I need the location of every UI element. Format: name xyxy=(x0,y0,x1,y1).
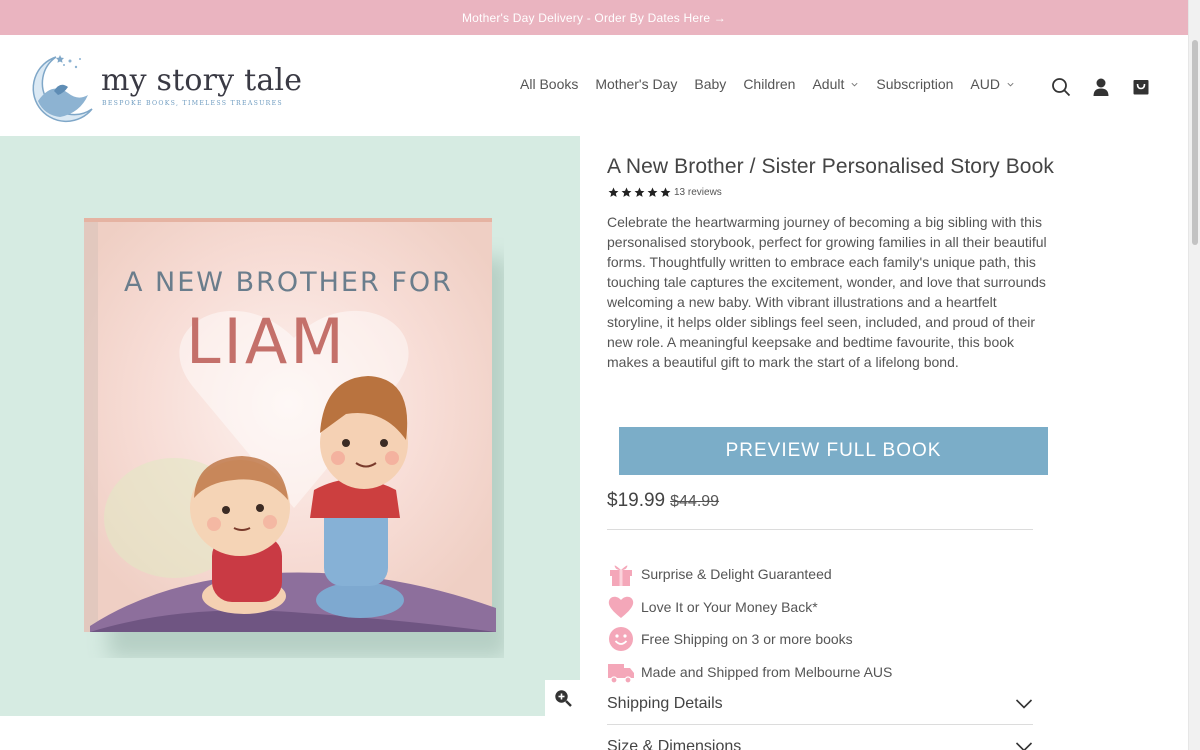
nav-item-label: Adult xyxy=(812,76,845,92)
cart-button[interactable] xyxy=(1130,76,1152,98)
price-row: $19.99 $44.99 xyxy=(607,490,719,512)
nav-item-label: Subscription xyxy=(876,76,954,92)
nav-item-children[interactable]: Children xyxy=(743,76,795,92)
feature-item: Made and Shipped from Melbourne AUS xyxy=(607,656,892,689)
nav-item-label: Baby xyxy=(694,76,727,92)
announcement-link[interactable]: Mother's Day Delivery - Order By Dates H… xyxy=(462,11,726,25)
truck-icon xyxy=(607,658,635,686)
nav-item-label: Children xyxy=(743,76,796,92)
brand-name: my story tale xyxy=(101,63,303,98)
site-header: my story tale BESPOKE BOOKS, TIMELESS TR… xyxy=(0,35,1188,136)
chevron-down-icon xyxy=(1015,699,1033,709)
search-icon xyxy=(1052,78,1071,97)
zoom-button[interactable] xyxy=(545,680,581,716)
product-title: A New Brother / Sister Personalised Stor… xyxy=(607,155,1054,178)
cover-line2: LIAM xyxy=(186,305,347,378)
moon-logo-icon xyxy=(32,55,93,123)
brand-tagline: BESPOKE BOOKS, TIMELESS TREASURES xyxy=(102,100,283,107)
chevron-down-icon xyxy=(851,82,858,86)
product-description: Celebrate the heartwarming journey of be… xyxy=(607,214,1047,370)
feature-text: Love It or Your Money Back* xyxy=(641,598,818,615)
nav-item-adult[interactable]: Adult xyxy=(812,76,859,92)
product-rating[interactable]: 13 reviews xyxy=(607,187,1057,198)
main-nav: All Books Mother's Day Baby Children Adu… xyxy=(520,76,1032,92)
chevron-down-icon xyxy=(1015,742,1033,750)
nav-item-baby[interactable]: Baby xyxy=(694,76,726,92)
preview-full-book-button[interactable]: PREVIEW FULL BOOK xyxy=(619,427,1048,475)
smiley-icon xyxy=(607,625,635,653)
nav-item-label: All Books xyxy=(520,76,579,92)
review-count: 13 reviews xyxy=(674,187,722,198)
accordion-label: Shipping Details xyxy=(607,695,723,712)
cover-line1: A NEW BROTHER FOR xyxy=(124,267,453,298)
feature-item: Free Shipping on 3 or more books xyxy=(607,623,892,656)
feature-item: Love It or Your Money Back* xyxy=(607,591,892,624)
feature-list: Surprise & Delight Guaranteed Love It or… xyxy=(607,558,892,688)
compare-price: $44.99 xyxy=(670,493,720,510)
nav-item-all-books[interactable]: All Books xyxy=(520,76,578,92)
gift-icon xyxy=(607,560,635,588)
currency-selector[interactable]: AUD xyxy=(970,76,1015,92)
zoom-in-icon xyxy=(555,690,572,707)
scrollbar-thumb[interactable] xyxy=(1192,40,1198,245)
page-scrollbar[interactable] xyxy=(1188,0,1200,750)
accordion-divider xyxy=(607,724,1033,725)
book-cover-image[interactable]: A NEW BROTHER FOR LIAM xyxy=(84,218,504,658)
star-icon xyxy=(621,187,632,197)
header-icons xyxy=(1050,76,1170,98)
product-info: A New Brother / Sister Personalised Stor… xyxy=(607,155,1057,372)
accordion-size-dimensions[interactable]: Size & Dimensions xyxy=(607,729,1033,750)
search-button[interactable] xyxy=(1050,76,1072,98)
account-button[interactable] xyxy=(1090,76,1112,98)
star-icon xyxy=(608,187,619,197)
currency-label: AUD xyxy=(970,76,1000,92)
chevron-down-icon xyxy=(1007,82,1014,86)
account-icon xyxy=(1093,78,1109,96)
accordion-label: Size & Dimensions xyxy=(607,738,742,750)
heart-icon xyxy=(607,593,635,621)
price-divider xyxy=(607,529,1033,530)
feature-text: Made and Shipped from Melbourne AUS xyxy=(641,663,893,680)
feature-text: Free Shipping on 3 or more books xyxy=(641,631,853,648)
nav-item-label: Mother's Day xyxy=(595,76,678,92)
star-icon xyxy=(647,187,658,197)
star-icon xyxy=(660,187,671,197)
sale-price: $19.99 xyxy=(607,490,666,511)
accordion-shipping-details[interactable]: Shipping Details xyxy=(607,686,1033,722)
announcement-bar: Mother's Day Delivery - Order By Dates H… xyxy=(0,0,1188,35)
star-rating xyxy=(607,187,672,198)
star-icon xyxy=(634,187,645,197)
product-gallery: A NEW BROTHER FOR LIAM xyxy=(0,136,580,716)
feature-item: Surprise & Delight Guaranteed xyxy=(607,558,892,591)
nav-item-mothers-day[interactable]: Mother's Day xyxy=(595,76,677,92)
cart-icon xyxy=(1133,80,1149,95)
feature-text: Surprise & Delight Guaranteed xyxy=(641,566,832,583)
nav-item-subscription[interactable]: Subscription xyxy=(876,76,953,92)
